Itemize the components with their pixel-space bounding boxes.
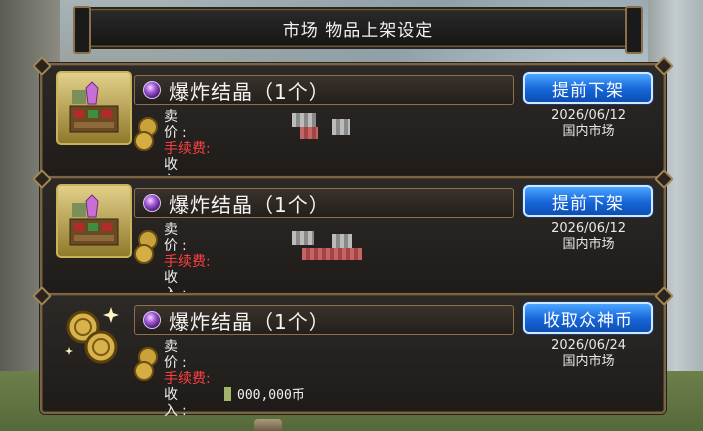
market-name: 国内市场	[562, 124, 615, 139]
income-value-wrap: 000,000币	[224, 387, 305, 419]
item-name-bar: 爆炸结晶（1个）	[134, 305, 514, 335]
redacted-value	[300, 127, 318, 139]
god-coin-icon	[56, 301, 128, 371]
price-label: 卖 价:	[164, 222, 200, 254]
merchant-stall-icon	[56, 184, 132, 258]
coin-stack-icon	[132, 115, 164, 151]
listing-panel: 爆炸结晶（1个） 提前下架 卖 价: 手续费: 收 入: 2026/06/12 …	[40, 176, 666, 302]
delist-early-button[interactable]: 提前下架	[523, 72, 653, 104]
coin-stack-icon	[132, 228, 164, 264]
delist-early-button[interactable]: 提前下架	[523, 185, 653, 217]
redacted-mark	[224, 387, 231, 401]
fee-label: 手续费:	[164, 254, 211, 270]
fee-label: 手续费:	[164, 371, 211, 387]
listing-date: 2026/06/24	[551, 338, 626, 353]
redacted-value	[332, 234, 352, 248]
income-label: 收 入:	[164, 387, 200, 419]
collect-god-coins-button[interactable]: 收取众神币	[523, 302, 653, 334]
income-value: 000,000币	[237, 388, 305, 403]
item-name-bar: 爆炸结晶（1个）	[134, 188, 514, 218]
item-name: 爆炸结晶（1个）	[169, 192, 330, 217]
price-label: 卖 价:	[164, 109, 200, 141]
listing-date-info: 2026/06/12 国内市场	[551, 221, 626, 253]
crystal-orb-icon	[143, 81, 161, 99]
redacted-value	[332, 119, 350, 135]
crystal-orb-icon	[143, 194, 161, 212]
crystal-orb-icon	[143, 311, 161, 329]
listing-date-info: 2026/06/24 国内市场	[551, 338, 626, 370]
listing-panel: 爆炸结晶（1个） 提前下架 卖 价: 手续费: 收 入: 2026/06/12 …	[40, 63, 666, 189]
listing-date-info: 2026/06/12 国内市场	[551, 108, 626, 140]
window-title: 市场 物品上架设定	[282, 20, 434, 41]
item-name: 爆炸结晶（1个）	[169, 79, 330, 104]
listing-date: 2026/06/12	[551, 108, 626, 123]
redacted-value	[292, 231, 314, 245]
merchant-stall-icon	[56, 71, 132, 145]
listing-date: 2026/06/12	[551, 221, 626, 236]
market-name: 国内市场	[562, 237, 615, 252]
scroll-down-handle[interactable]	[254, 419, 282, 431]
market-name: 国内市场	[562, 354, 615, 369]
item-name-bar: 爆炸结晶（1个）	[134, 75, 514, 105]
redacted-value	[302, 248, 362, 260]
price-label: 卖 价:	[164, 339, 200, 371]
item-name: 爆炸结晶（1个）	[169, 309, 330, 334]
redacted-value	[292, 113, 316, 127]
coin-stack-icon	[132, 345, 164, 381]
fee-label: 手续费:	[164, 141, 211, 157]
price-details: 卖 价: 手续费: 收 入:	[164, 222, 224, 302]
listing-panel: 爆炸结晶（1个） 收取众神币 卖 价: 手续费: 收 入: 000,000币 20…	[40, 293, 666, 419]
title-bar: 市场 物品上架设定	[73, 6, 643, 54]
price-details: 卖 价: 手续费: 收 入: 000,000币	[164, 339, 305, 419]
